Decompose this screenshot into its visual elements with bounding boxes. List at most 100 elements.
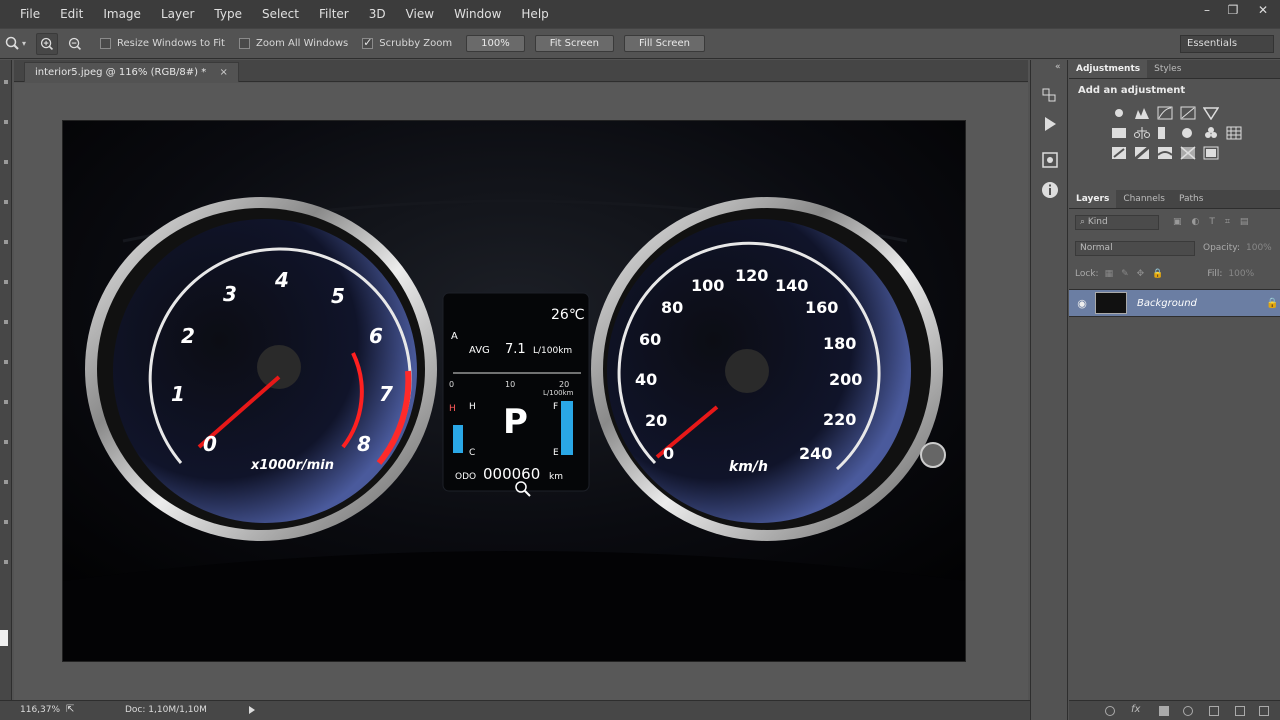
- scrubby-zoom-box[interactable]: [362, 36, 374, 49]
- menu-image[interactable]: Image: [93, 0, 151, 28]
- tool-marker[interactable]: [4, 440, 8, 444]
- tool-marker[interactable]: [4, 520, 8, 524]
- threshold-icon[interactable]: [1157, 146, 1173, 160]
- menu-3d[interactable]: 3D: [359, 0, 396, 28]
- zoom-all-checkbox[interactable]: Zoom All Windows: [238, 38, 348, 49]
- collapse-arrow-icon[interactable]: «: [1055, 62, 1061, 72]
- restore-icon[interactable]: ❐: [1220, 0, 1246, 22]
- zoom-out-icon[interactable]: [64, 33, 86, 55]
- zoom-tool-icon[interactable]: [4, 35, 22, 53]
- tool-marker[interactable]: [4, 240, 8, 244]
- exposure-icon[interactable]: [1180, 106, 1196, 120]
- document-canvas[interactable]: 0 1 2 3 4 5 6 7 8 x1000r/min 0 20 40 60 …: [62, 120, 966, 662]
- tab-adjustments[interactable]: Adjustments: [1069, 60, 1148, 78]
- temp-h: H: [449, 404, 456, 414]
- tool-marker[interactable]: [4, 200, 8, 204]
- invert-icon[interactable]: [1111, 146, 1127, 160]
- link-layers-icon[interactable]: [1105, 706, 1115, 716]
- history-icon[interactable]: [1040, 86, 1060, 106]
- tab-channels[interactable]: Channels: [1116, 190, 1172, 208]
- brightness-contrast-icon[interactable]: [1111, 106, 1127, 120]
- status-menu-arrow-icon[interactable]: [249, 706, 255, 714]
- tool-marker[interactable]: [4, 360, 8, 364]
- posterize-icon[interactable]: [1134, 146, 1150, 160]
- avg-value: 7.1: [505, 342, 526, 357]
- menu-file[interactable]: File: [0, 0, 50, 28]
- menu-layer[interactable]: Layer: [151, 0, 204, 28]
- tool-marker[interactable]: [4, 160, 8, 164]
- levels-icon[interactable]: [1134, 106, 1150, 120]
- resize-windows-box[interactable]: [100, 38, 111, 49]
- tach-label: 7: [379, 382, 393, 406]
- fill-screen-button[interactable]: Fill Screen: [624, 35, 705, 52]
- color-balance-icon[interactable]: [1134, 126, 1150, 140]
- foreground-color-swatch[interactable]: [0, 630, 8, 646]
- blend-row: Normal Opacity: 100%: [1069, 235, 1280, 261]
- zoom-100-button[interactable]: 100%: [466, 35, 525, 52]
- vibrance-icon[interactable]: [1203, 106, 1219, 120]
- tool-marker[interactable]: [4, 280, 8, 284]
- export-icon[interactable]: ⇱: [66, 704, 74, 715]
- kind-label: Kind: [1087, 216, 1108, 227]
- color-lookup-icon[interactable]: [1226, 126, 1242, 140]
- minimize-icon[interactable]: –: [1194, 0, 1220, 22]
- menu-select[interactable]: Select: [252, 0, 309, 28]
- selective-color-icon[interactable]: [1203, 146, 1219, 160]
- gradient-map-icon[interactable]: [1180, 146, 1196, 160]
- document-tab[interactable]: interior5.jpeg @ 116% (RGB/8#) * ×: [24, 62, 239, 82]
- menu-view[interactable]: View: [396, 0, 444, 28]
- layer-name: Background: [1137, 297, 1197, 309]
- photo-filter-icon[interactable]: [1180, 126, 1196, 140]
- hue-saturation-icon[interactable]: [1111, 126, 1127, 140]
- blend-mode-select[interactable]: Normal: [1075, 240, 1195, 256]
- close-window-icon[interactable]: ✕: [1246, 0, 1280, 22]
- tool-marker[interactable]: [4, 120, 8, 124]
- menu-window[interactable]: Window: [444, 0, 511, 28]
- tab-styles[interactable]: Styles: [1147, 60, 1188, 78]
- menu-help[interactable]: Help: [511, 0, 558, 28]
- canvas-area[interactable]: 0 1 2 3 4 5 6 7 8 x1000r/min 0 20 40 60 …: [14, 83, 1028, 700]
- fit-screen-button[interactable]: Fit Screen: [534, 35, 615, 52]
- tool-marker[interactable]: [4, 480, 8, 484]
- actions-play-icon[interactable]: [1040, 114, 1060, 134]
- fuel-f: F: [553, 402, 558, 412]
- properties-icon[interactable]: [1040, 150, 1060, 170]
- channel-mixer-icon[interactable]: [1203, 126, 1219, 140]
- menu-filter[interactable]: Filter: [309, 0, 359, 28]
- black-white-icon[interactable]: [1157, 126, 1173, 140]
- opacity-value[interactable]: 100%: [1246, 243, 1272, 253]
- fx-icon[interactable]: fx: [1131, 704, 1140, 715]
- resize-windows-checkbox[interactable]: Resize Windows to Fit: [100, 38, 225, 49]
- workspace-switcher[interactable]: Essentials: [1180, 35, 1274, 53]
- zoom-all-box[interactable]: [238, 38, 250, 49]
- tab-layers[interactable]: Layers: [1069, 190, 1117, 208]
- tool-preset-dropdown-icon[interactable]: ▾: [22, 39, 30, 48]
- new-group-icon[interactable]: [1209, 706, 1219, 716]
- kind-filter-select[interactable]: ⌕ Kind: [1075, 214, 1159, 230]
- adjustment-layer-icon[interactable]: [1183, 706, 1193, 716]
- visibility-eye-icon[interactable]: ◉: [1069, 297, 1095, 310]
- tool-marker[interactable]: [4, 320, 8, 324]
- tool-marker[interactable]: [4, 560, 8, 564]
- zoom-in-icon[interactable]: [36, 32, 58, 55]
- tool-marker[interactable]: [4, 400, 8, 404]
- menu-type[interactable]: Type: [204, 0, 252, 28]
- add-mask-icon[interactable]: [1159, 706, 1169, 716]
- tab-paths[interactable]: Paths: [1172, 190, 1210, 208]
- menu-edit[interactable]: Edit: [50, 0, 93, 28]
- gear-indicator: P: [503, 402, 528, 442]
- fill-value[interactable]: 100%: [1228, 269, 1254, 279]
- info-icon[interactable]: [1040, 180, 1060, 200]
- speed-unit: km/h: [729, 459, 768, 475]
- close-tab-icon[interactable]: ×: [219, 67, 227, 78]
- curves-icon[interactable]: [1157, 106, 1173, 120]
- scrubby-zoom-checkbox[interactable]: Scrubby Zoom: [362, 36, 452, 49]
- lock-icons[interactable]: ▦✎✥🔒: [1105, 269, 1172, 279]
- tool-marker[interactable]: [4, 80, 8, 84]
- delete-layer-icon[interactable]: [1259, 706, 1269, 716]
- zoom-readout[interactable]: 116,37%: [20, 705, 60, 715]
- layer-row-background[interactable]: ◉ Background 🔒: [1069, 289, 1280, 317]
- lock-label: Lock:: [1075, 269, 1099, 279]
- new-layer-icon[interactable]: [1235, 706, 1245, 716]
- filter-type-icons[interactable]: ▣◐T⌗▤: [1173, 217, 1258, 227]
